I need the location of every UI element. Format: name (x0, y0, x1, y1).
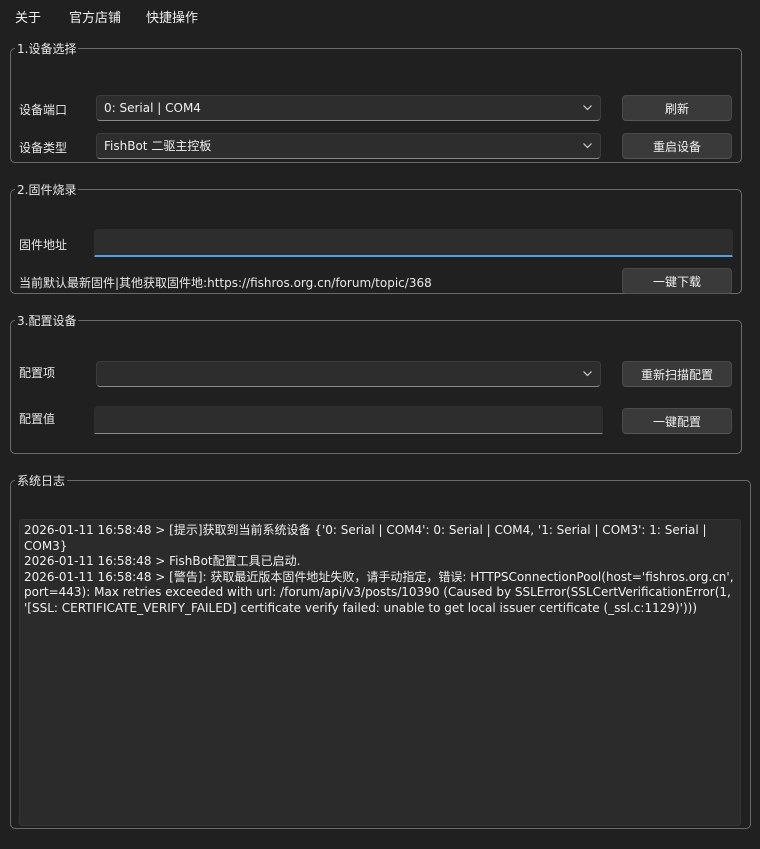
system-log-title: 系统日志 (17, 474, 66, 488)
device-type-label: 设备类型 (19, 141, 68, 155)
chevron-down-icon (583, 371, 592, 377)
firmware-group: 2.固件烧录 固件地址 当前默认最新固件|其他获取固件地:https://fis… (10, 181, 742, 294)
device-select-group: 1.设备选择 设备端口 0: Serial | COM4 刷新 设备类型 Fis… (10, 40, 742, 163)
port-select[interactable]: 0: Serial | COM4 (96, 95, 601, 121)
config-value-input[interactable] (94, 406, 603, 434)
system-log-textarea[interactable]: 2026-01-11 16:58:48 > [提示]获取到当前系统设备 {'0:… (19, 519, 741, 826)
config-item-select[interactable] (96, 361, 601, 387)
menu-shortcuts[interactable]: 快捷操作 (146, 7, 198, 26)
config-item-label: 配置项 (19, 366, 56, 380)
chevron-down-icon (583, 105, 592, 111)
chevron-down-icon (583, 143, 592, 149)
firmware-title: 2.固件烧录 (17, 183, 77, 197)
log-line: 2026-01-11 16:58:48 > FishBot配置工具已启动. (24, 554, 301, 568)
menu-store[interactable]: 官方店铺 (69, 7, 121, 26)
config-group: 3.配置设备 配置项 重新扫描配置 配置值 一键配置 (10, 312, 742, 454)
system-log-group: 系统日志 2026-01-11 16:58:48 > [提示]获取到当前系统设备… (10, 472, 751, 829)
log-line: 2026-01-11 16:58:48 > [提示]获取到当前系统设备 {'0:… (24, 523, 707, 553)
download-button[interactable]: 一键下载 (622, 268, 732, 294)
device-select-title: 1.设备选择 (17, 42, 77, 56)
port-label: 设备端口 (19, 103, 68, 117)
port-select-value: 0: Serial | COM4 (104, 101, 201, 115)
menu-about[interactable]: 关于 (15, 7, 41, 26)
firmware-hint: 当前默认最新固件|其他获取固件地:https://fishros.org.cn/… (19, 276, 432, 290)
firmware-address-label: 固件地址 (19, 238, 68, 252)
refresh-button[interactable]: 刷新 (622, 95, 732, 121)
firmware-address-input[interactable] (94, 229, 733, 257)
apply-config-button[interactable]: 一键配置 (622, 408, 732, 434)
device-type-select-value: FishBot 二驱主控板 (104, 139, 212, 153)
rescan-config-button[interactable]: 重新扫描配置 (622, 361, 732, 387)
config-value-label: 配置值 (19, 412, 56, 426)
restart-device-button[interactable]: 重启设备 (622, 133, 732, 159)
menu-bar: 关于 官方店铺 快捷操作 (0, 0, 760, 30)
config-title: 3.配置设备 (17, 314, 77, 328)
device-type-select[interactable]: FishBot 二驱主控板 (96, 133, 601, 159)
log-line: 2026-01-11 16:58:48 > [警告]: 获取最近版本固件地址失败… (24, 569, 734, 615)
